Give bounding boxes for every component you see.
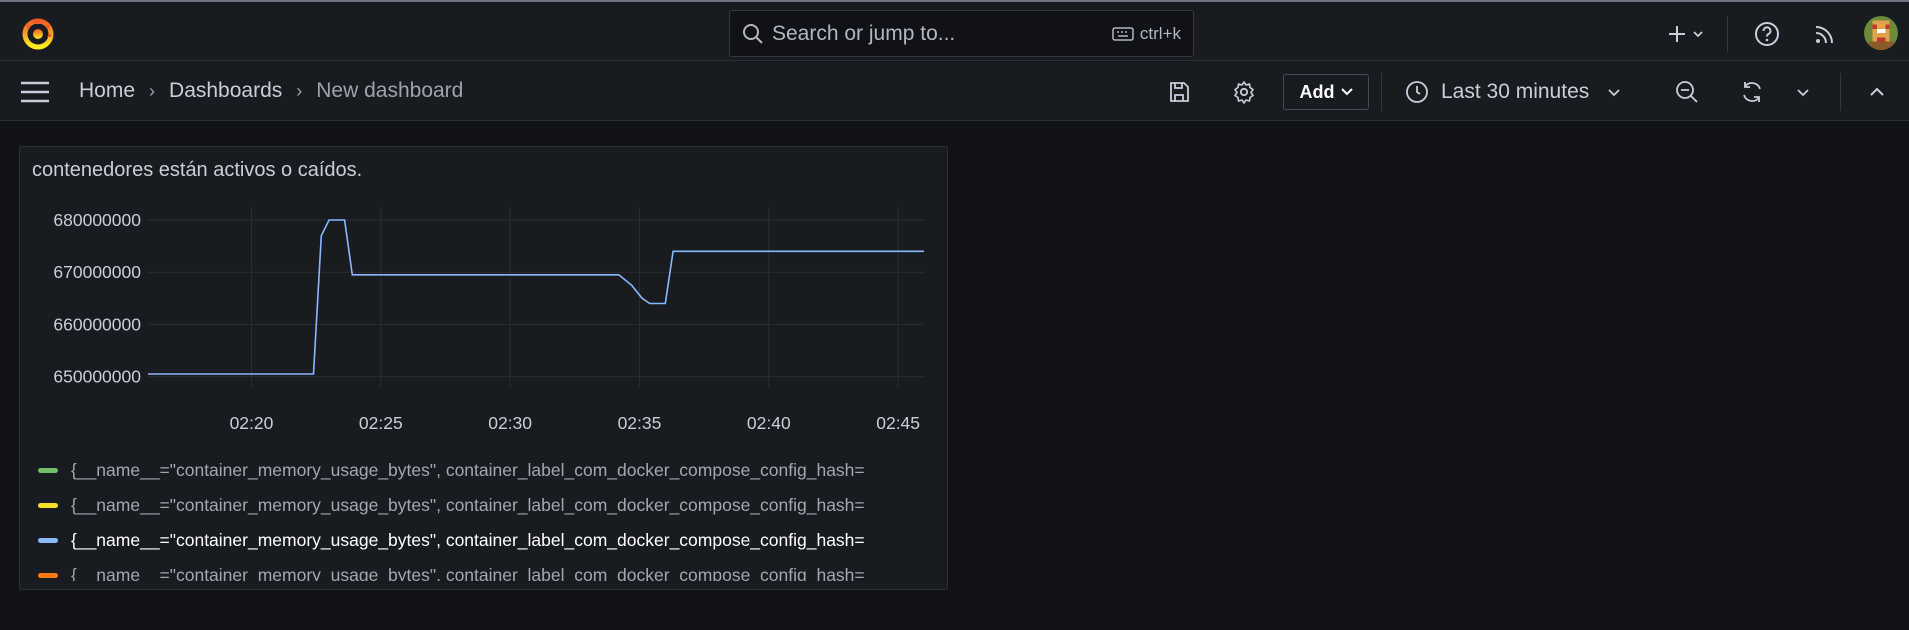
save-icon: [1170, 82, 1189, 102]
avatar[interactable]: [1864, 16, 1898, 50]
divider: [1840, 73, 1841, 111]
legend-swatch: [38, 538, 58, 543]
zoom-out-button[interactable]: [1669, 74, 1705, 110]
legend: {__name__="container_memory_usage_bytes"…: [38, 453, 938, 581]
x-tick-label: 02:40: [747, 413, 791, 433]
chevron-down-icon: [1797, 88, 1809, 96]
legend-item[interactable]: {__name__="container_memory_usage_bytes"…: [38, 558, 938, 581]
series-line: [148, 219, 924, 375]
legend-label: {__name__="container_memory_usage_bytes"…: [71, 565, 865, 581]
x-tick-label: 02:20: [230, 413, 274, 433]
chevron-right-icon: ›: [296, 80, 303, 101]
clock-icon: [1406, 81, 1428, 103]
legend-label: {__name__="container_memory_usage_bytes"…: [71, 460, 865, 480]
breadcrumb-dashboards[interactable]: Dashboards: [169, 79, 282, 103]
plus-icon: [1669, 26, 1703, 42]
dashboard-toolbar: Home › Dashboards › New dashboard Add La…: [0, 61, 1909, 121]
x-tick-label: 02:45: [876, 413, 920, 433]
chevron-right-icon: ›: [149, 80, 156, 101]
legend-label: {__name__="container_memory_usage_bytes"…: [71, 530, 865, 550]
divider: [1381, 73, 1382, 111]
search-shortcut: ctrl+k: [1112, 24, 1181, 44]
legend-swatch: [38, 468, 58, 473]
keyboard-icon: [1112, 26, 1134, 41]
x-tick-label: 02:30: [488, 413, 532, 433]
legend-item[interactable]: {__name__="container_memory_usage_bytes"…: [38, 523, 938, 558]
search-placeholder: Search or jump to...: [772, 21, 956, 45]
zoom-out-icon: [1676, 81, 1698, 103]
y-tick-label: 670000000: [53, 262, 141, 282]
gear-icon: [1234, 81, 1254, 104]
legend-label: {__name__="container_memory_usage_bytes"…: [71, 495, 865, 515]
chevron-down-icon: [1608, 88, 1620, 96]
search-icon: [743, 23, 763, 44]
y-tick-label: 650000000: [53, 367, 141, 387]
add-button-label: Add: [1299, 81, 1335, 102]
timeseries-chart[interactable]: 680000000 670000000 660000000 650000000 02:2…: [20, 207, 948, 447]
search-input[interactable]: Search or jump to... ctrl+k: [729, 10, 1194, 57]
legend-swatch: [38, 503, 58, 508]
collapse-toolbar-button[interactable]: [1859, 74, 1895, 110]
refresh-button[interactable]: [1734, 74, 1770, 110]
new-menu-button[interactable]: [1663, 17, 1713, 51]
legend-swatch: [38, 573, 58, 578]
timeseries-panel[interactable]: contenedores están activos o caídos. 680…: [19, 146, 948, 590]
search-shortcut-label: ctrl+k: [1139, 23, 1181, 43]
menu-button[interactable]: [20, 81, 50, 103]
save-button[interactable]: [1161, 74, 1197, 110]
settings-button[interactable]: [1226, 74, 1262, 110]
x-tick-label: 02:25: [359, 413, 403, 433]
time-range-label: Last 30 minutes: [1441, 80, 1590, 103]
hamburger-icon: [21, 81, 49, 103]
chevron-down-icon: [1340, 88, 1353, 96]
divider: [1727, 16, 1728, 52]
add-button[interactable]: Add: [1283, 74, 1369, 110]
x-tick-label: 02:35: [618, 413, 662, 433]
y-tick-label: 660000000: [53, 314, 141, 334]
refresh-icon: [1743, 82, 1761, 102]
breadcrumb-home[interactable]: Home: [79, 79, 135, 103]
time-picker-button[interactable]: Last 30 minutes: [1405, 74, 1621, 110]
rss-icon: [1815, 26, 1833, 44]
top-bar: Search or jump to... ctrl+k: [0, 0, 1909, 61]
breadcrumb-current: New dashboard: [316, 79, 464, 102]
legend-item[interactable]: {__name__="container_memory_usage_bytes"…: [38, 453, 938, 488]
refresh-interval-button[interactable]: [1785, 74, 1821, 110]
panel-title: contenedores están activos o caídos.: [32, 159, 363, 181]
legend-item[interactable]: {__name__="container_memory_usage_bytes"…: [38, 488, 938, 523]
chevron-up-icon: [1870, 87, 1884, 96]
help-button[interactable]: [1750, 17, 1784, 51]
breadcrumb: Home › Dashboards › New dashboard: [79, 61, 463, 121]
help-icon: [1755, 22, 1779, 46]
grafana-logo-icon[interactable]: [20, 15, 56, 51]
news-button[interactable]: [1808, 17, 1842, 51]
y-tick-label: 680000000: [53, 210, 141, 230]
